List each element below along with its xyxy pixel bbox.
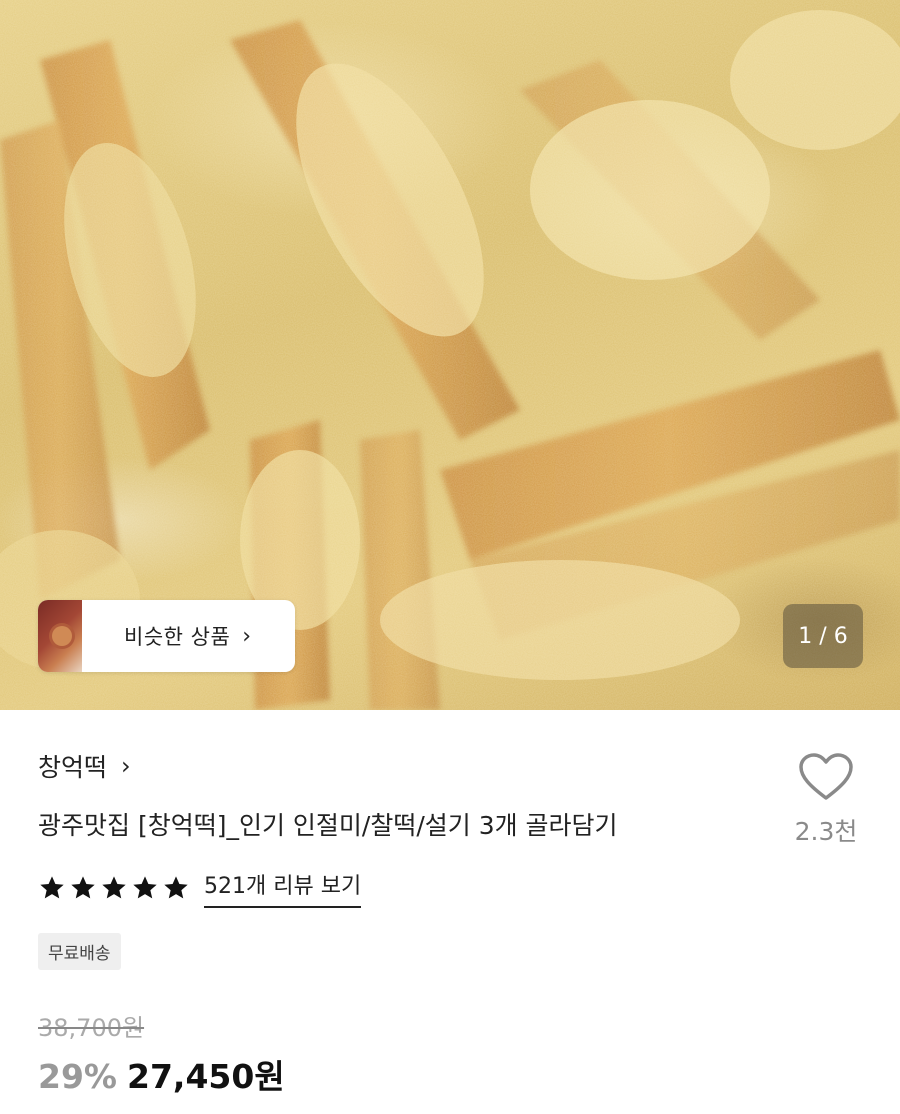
product-image[interactable]: 비슷한 상품 › 1 / 6 [0,0,900,710]
sale-price: 27,450원 [127,1057,285,1096]
star-filled-icon [40,876,64,899]
original-price: 38,700원 [38,1014,145,1042]
brand-name: 창억떡 [38,753,108,782]
discount-rate: 29% [38,1057,117,1096]
star-filled-icon [164,876,188,899]
rating-stars [38,874,190,902]
wishlist-button[interactable]: 2.3천 [790,752,862,848]
brand-link[interactable]: 창억떡 › [38,748,131,784]
chevron-right-icon: › [121,752,131,780]
similar-products-button[interactable]: 비슷한 상품 › [38,600,295,672]
similar-products-label: 비슷한 상품 [124,625,231,649]
star-filled-icon [102,876,126,899]
review-link[interactable]: 521개 리뷰 보기 [204,868,362,908]
free-shipping-badge: 무료배송 [38,933,121,970]
rating-row: 521개 리뷰 보기 [38,868,362,908]
wishlist-count: 2.3천 [794,817,858,846]
chevron-right-icon: › [242,623,252,649]
product-title: 광주맛집 [창억떡]_인기 인절미/찰떡/설기 3개 골라담기 [38,811,618,840]
price-row: 29% 27,450원 [38,1050,285,1098]
star-filled-icon [71,876,95,899]
heart-outline-icon [799,753,853,800]
image-page-counter: 1 / 6 [783,604,863,668]
similar-product-thumbnail [38,600,82,672]
star-filled-icon [133,876,157,899]
